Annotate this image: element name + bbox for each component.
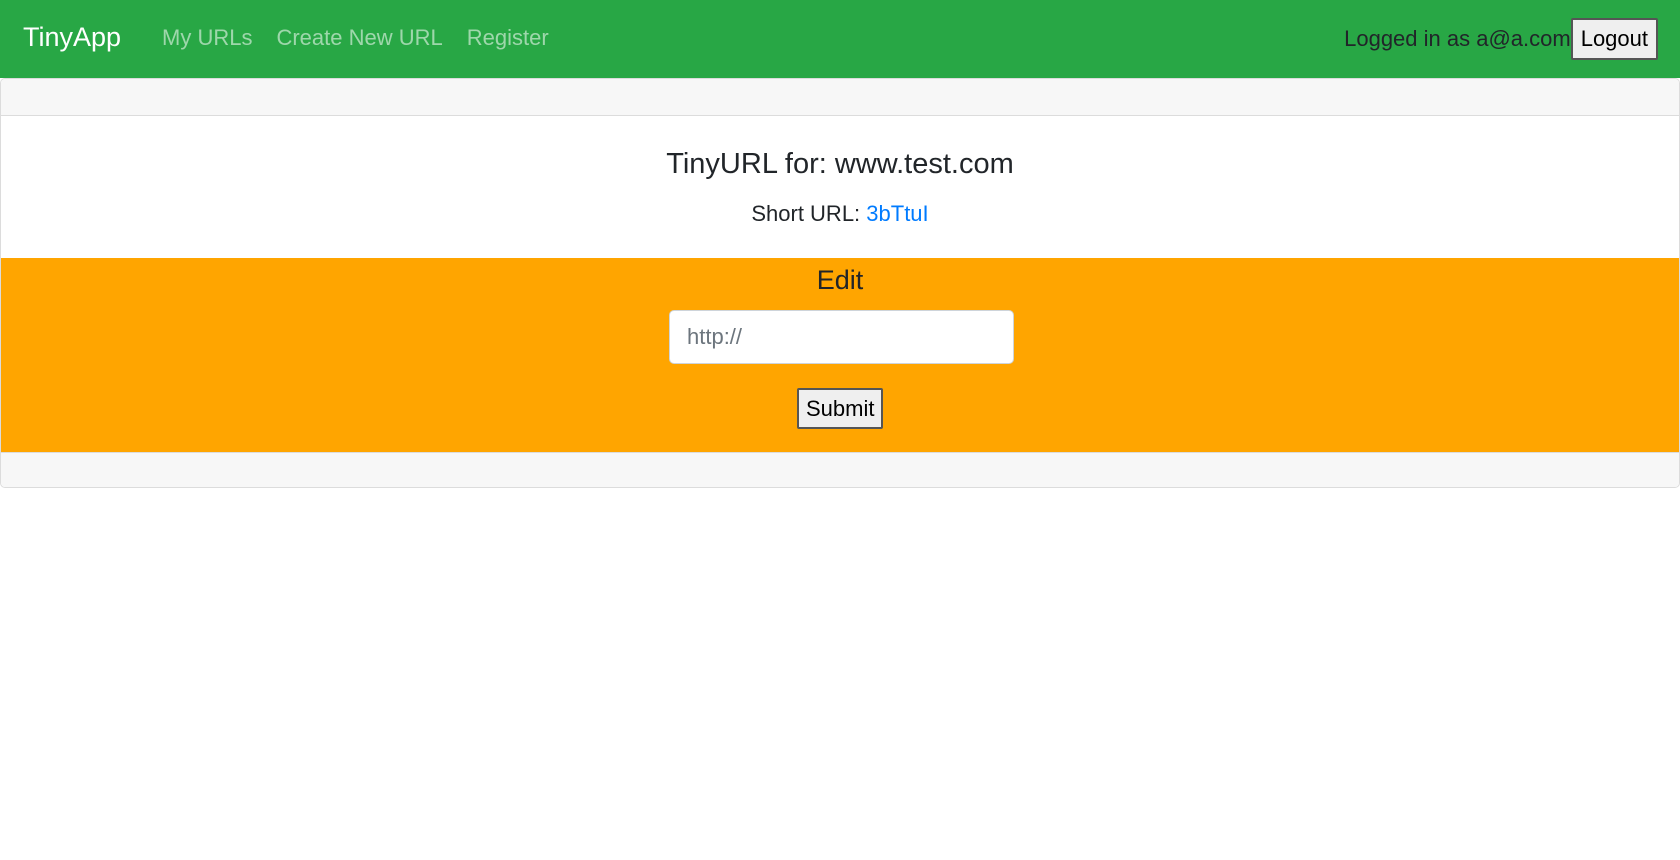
nav-links: My URLs Create New URL Register bbox=[162, 24, 549, 52]
long-url-input[interactable] bbox=[669, 310, 1014, 364]
card-header bbox=[1, 79, 1679, 116]
page-title: TinyURL for: www.test.com bbox=[666, 148, 1014, 180]
logged-in-text: Logged in as a@a.com bbox=[1344, 26, 1571, 51]
url-card: TinyURL for: www.test.com Short URL: 3bT… bbox=[0, 78, 1680, 488]
nav-link-my-urls[interactable]: My URLs bbox=[162, 24, 252, 52]
logout-button[interactable]: Logout bbox=[1570, 18, 1658, 60]
nav-link-create-new-url[interactable]: Create New URL bbox=[276, 24, 442, 52]
navbar: TinyApp My URLs Create New URL Register … bbox=[0, 0, 1680, 78]
nav-link-register[interactable]: Register bbox=[467, 24, 549, 52]
submit-button[interactable]: Submit bbox=[797, 388, 884, 429]
card-body: TinyURL for: www.test.com Short URL: 3bT… bbox=[1, 116, 1679, 258]
short-url-line: Short URL: 3bTtuI bbox=[1, 200, 1679, 228]
edit-heading: Edit bbox=[816, 265, 864, 295]
edit-section: Edit Submit bbox=[1, 258, 1679, 452]
card-footer bbox=[1, 452, 1679, 487]
user-area: Logged in as a@a.com Logout bbox=[1344, 18, 1658, 60]
short-url-label: Short URL: bbox=[751, 201, 867, 226]
brand-link[interactable]: TinyApp bbox=[23, 20, 121, 54]
short-url-link[interactable]: 3bTtuI bbox=[866, 201, 928, 226]
